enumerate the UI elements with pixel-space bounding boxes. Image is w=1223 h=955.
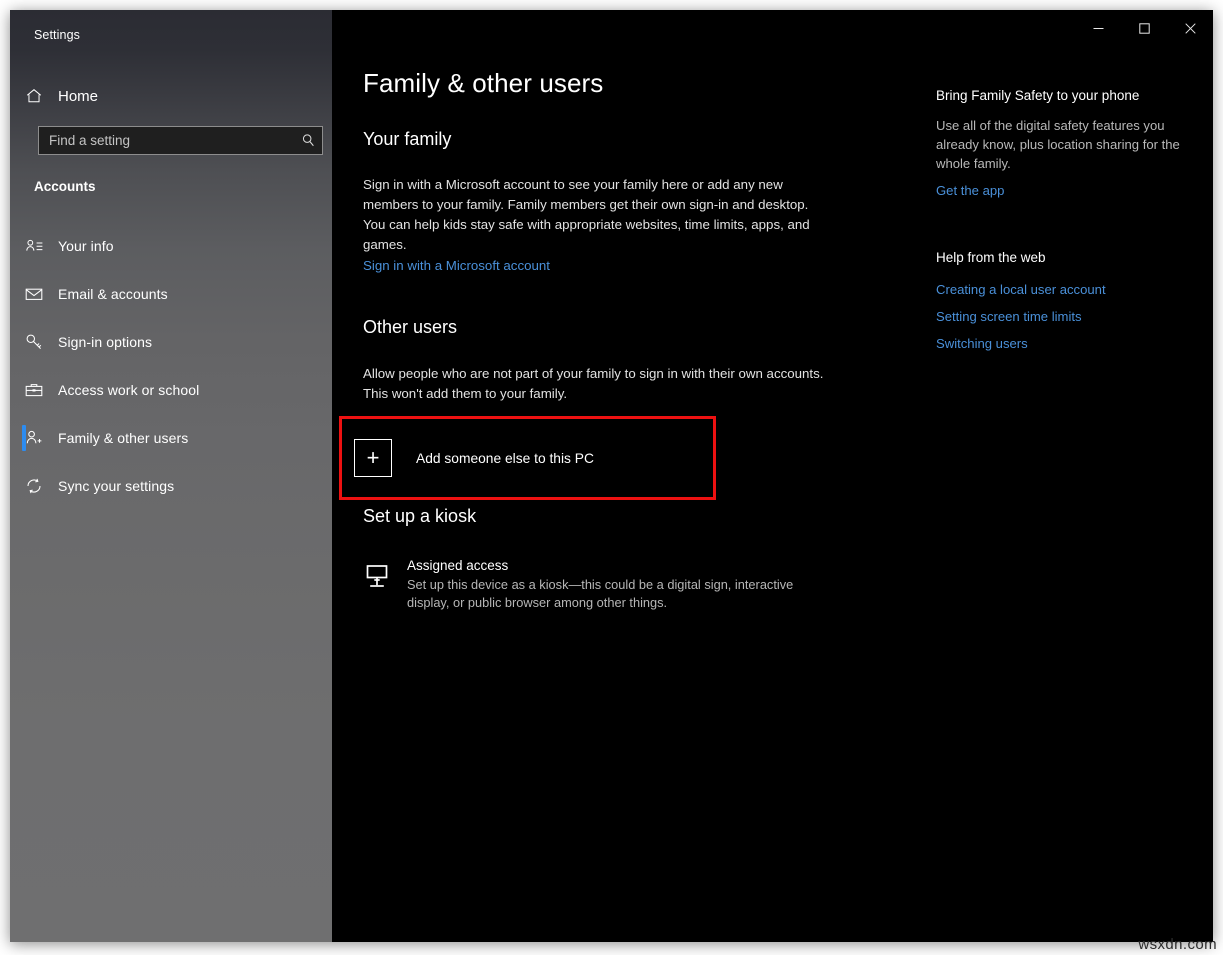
right-panel: Bring Family Safety to your phone Use al…	[936, 88, 1186, 363]
sidebar-item-label: Sign-in options	[58, 334, 152, 350]
home-icon	[10, 87, 58, 105]
search-box[interactable]	[38, 126, 323, 155]
kiosk-monitor-icon	[363, 558, 407, 590]
sidebar-item-label: Email & accounts	[58, 286, 168, 302]
main-content: Family & other users Your family Sign in…	[332, 10, 1213, 942]
family-safety-promo-body: Use all of the digital safety features y…	[936, 116, 1186, 173]
window-controls	[1075, 10, 1213, 46]
your-family-description: Sign in with a Microsoft account to see …	[363, 175, 833, 255]
sidebar: Settings Home	[10, 10, 332, 942]
family-safety-promo-heading: Bring Family Safety to your phone	[936, 88, 1186, 103]
add-someone-else-label: Add someone else to this PC	[416, 451, 594, 466]
page-title: Family & other users	[363, 68, 603, 99]
minimize-button[interactable]	[1075, 10, 1121, 46]
add-someone-else-button[interactable]: + Add someone else to this PC	[354, 430, 704, 486]
help-from-web-heading: Help from the web	[936, 250, 1186, 265]
key-icon	[10, 332, 58, 352]
maximize-button[interactable]	[1121, 10, 1167, 46]
help-link-switching-users[interactable]: Switching users	[936, 336, 1186, 351]
assigned-access-description: Set up this device as a kiosk—this could…	[407, 576, 807, 612]
sidebar-item-label: Sync your settings	[58, 478, 174, 494]
help-from-web-section: Help from the web Creating a local user …	[936, 250, 1186, 351]
sidebar-item-access-work-school[interactable]: Access work or school	[10, 366, 332, 414]
sidebar-item-label: Family & other users	[58, 430, 188, 446]
help-link-setting-screen-time-limits[interactable]: Setting screen time limits	[936, 309, 1186, 324]
sidebar-item-label: Your info	[58, 238, 114, 254]
sidebar-item-your-info[interactable]: Your info	[10, 222, 332, 270]
get-the-app-link[interactable]: Get the app	[936, 183, 1186, 198]
sign-in-microsoft-account-link[interactable]: Sign in with a Microsoft account	[363, 258, 550, 273]
sidebar-item-email-accounts[interactable]: Email & accounts	[10, 270, 332, 318]
user-info-icon	[10, 237, 58, 256]
sidebar-item-home-label: Home	[58, 88, 98, 105]
sync-icon	[10, 476, 58, 496]
sidebar-nav-list: Your info Email & accounts	[10, 222, 332, 510]
kiosk-heading: Set up a kiosk	[363, 506, 476, 527]
other-users-heading: Other users	[363, 317, 457, 338]
your-family-heading: Your family	[363, 129, 451, 150]
family-safety-promo: Bring Family Safety to your phone Use al…	[936, 88, 1186, 198]
sidebar-item-family-other-users[interactable]: Family & other users	[10, 414, 332, 462]
assigned-access-item[interactable]: Assigned access Set up this device as a …	[363, 558, 823, 612]
close-button[interactable]	[1167, 10, 1213, 46]
sidebar-item-sync-your-settings[interactable]: Sync your settings	[10, 462, 332, 510]
envelope-icon	[10, 284, 58, 304]
sidebar-item-home[interactable]: Home	[10, 78, 332, 114]
sidebar-item-signin-options[interactable]: Sign-in options	[10, 318, 332, 366]
title-bar	[10, 10, 1213, 46]
search-input[interactable]	[39, 133, 294, 148]
assigned-access-title: Assigned access	[407, 558, 807, 573]
assigned-access-text: Assigned access Set up this device as a …	[407, 558, 807, 612]
sidebar-item-label: Access work or school	[58, 382, 199, 398]
search-icon[interactable]	[294, 133, 322, 148]
help-link-creating-local-user-account[interactable]: Creating a local user account	[936, 282, 1186, 297]
briefcase-icon	[10, 380, 58, 400]
plus-icon: +	[354, 439, 392, 477]
site-watermark: wsxdn.com	[1138, 936, 1217, 953]
settings-window: Settings Home	[10, 10, 1213, 942]
other-users-description: Allow people who are not part of your fa…	[363, 364, 833, 404]
sidebar-category-heading: Accounts	[34, 179, 96, 194]
user-add-icon	[10, 428, 58, 448]
screen: Settings Home	[0, 0, 1223, 955]
